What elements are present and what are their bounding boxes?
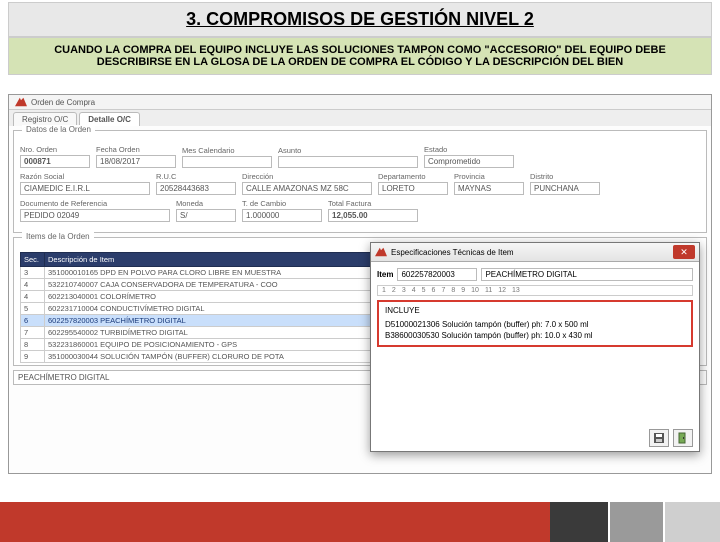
save-button[interactable]: [649, 429, 669, 447]
disk-icon: [653, 432, 665, 444]
glosa-incluye: INCLUYE: [385, 306, 685, 316]
glosa-line1: D51000021306 Solución tampón (buffer) ph…: [385, 320, 685, 330]
lbl-prov: Provincia: [454, 172, 524, 181]
popup-especificaciones: Especificaciones Técnicas de Item ✕ Item…: [370, 242, 700, 452]
lbl-docref: Documento de Referencia: [20, 199, 170, 208]
val-moneda[interactable]: S/: [176, 209, 236, 222]
val-dist[interactable]: PUNCHANA: [530, 182, 600, 195]
lbl-mes: Mes Calendario: [182, 146, 272, 155]
popup-title-text: Especificaciones Técnicas de Item: [391, 248, 514, 257]
val-direccion[interactable]: CALLE AMAZONAS MZ 58C: [242, 182, 372, 195]
val-razon[interactable]: CIAMEDIC E.I.R.L: [20, 182, 150, 195]
val-prov[interactable]: MAYNAS: [454, 182, 524, 195]
exit-button[interactable]: [673, 429, 693, 447]
lbl-dist: Distrito: [530, 172, 600, 181]
val-ruc[interactable]: 20528443683: [156, 182, 236, 195]
val-depto[interactable]: LORETO: [378, 182, 448, 195]
popup-item-label: Item: [377, 270, 393, 279]
slide-title: 3. COMPROMISOS DE GESTIÓN NIVEL 2: [8, 2, 712, 37]
val-nro-orden[interactable]: 000871: [20, 155, 90, 168]
tab-registro[interactable]: Registro O/C: [13, 112, 77, 126]
slide-subtitle: CUANDO LA COMPRA DEL EQUIPO INCLUYE LAS …: [8, 37, 712, 75]
val-estado: Comprometido: [424, 155, 514, 168]
popup-logo-icon: [375, 247, 387, 257]
app-title: Orden de Compra: [31, 98, 95, 107]
lbl-ruc: R.U.C: [156, 172, 236, 181]
lbl-tcambio: T. de Cambio: [242, 199, 322, 208]
app-titlebar: Orden de Compra: [9, 95, 711, 110]
glosa-highlight: INCLUYE D51000021306 Solución tampón (bu…: [377, 300, 693, 347]
ruler: 12345678910111213: [377, 285, 693, 296]
lbl-asunto: Asunto: [278, 146, 418, 155]
tabs: Registro O/C Detalle O/C: [9, 110, 711, 126]
lbl-razon: Razón Social: [20, 172, 150, 181]
group-datos-title: Datos de la Orden: [22, 125, 95, 134]
lbl-nro-orden: Nro. Orden: [20, 145, 90, 154]
app-logo-icon: [15, 97, 27, 107]
val-tcambio[interactable]: 1.000000: [242, 209, 322, 222]
val-fecha[interactable]: 18/08/2017: [96, 155, 176, 168]
lbl-fecha: Fecha Orden: [96, 145, 176, 154]
lbl-moneda: Moneda: [176, 199, 236, 208]
val-mes[interactable]: [182, 156, 272, 168]
footer-red: [0, 502, 550, 542]
val-total: 12,055.00: [328, 209, 418, 222]
glosa-line2: B38600030530 Solución tampón (buffer) ph…: [385, 331, 685, 341]
lbl-estado: Estado: [424, 145, 514, 154]
val-docref[interactable]: PEDIDO 02049: [20, 209, 170, 222]
popup-item-code[interactable]: 602257820003: [397, 268, 477, 281]
val-asunto[interactable]: [278, 156, 418, 168]
popup-item-name[interactable]: PEACHÍMETRO DIGITAL: [481, 268, 693, 281]
footer-lightgrey: [665, 502, 720, 542]
tab-detalle[interactable]: Detalle O/C: [79, 112, 140, 126]
footer-grey: [610, 502, 665, 542]
lbl-depto: Departamento: [378, 172, 448, 181]
group-items-title: Items de la Orden: [22, 232, 94, 241]
group-datos-orden: Datos de la Orden Nro. Orden000871 Fecha…: [13, 130, 707, 233]
slide-footer-bar: [0, 502, 720, 542]
lbl-total: Total Factura: [328, 199, 418, 208]
door-icon: [677, 432, 689, 444]
th-sec[interactable]: Sec.: [21, 253, 45, 267]
lbl-direccion: Dirección: [242, 172, 372, 181]
footer-dark: [550, 502, 610, 542]
close-icon[interactable]: ✕: [673, 245, 695, 259]
